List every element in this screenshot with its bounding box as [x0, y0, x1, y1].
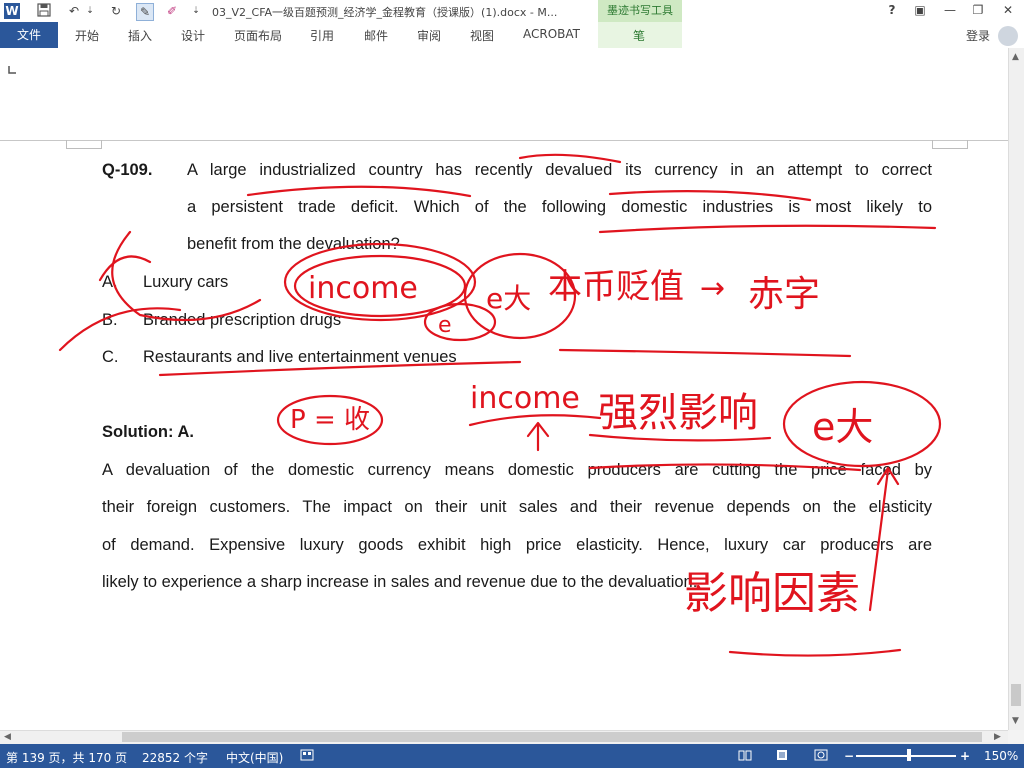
- web-layout-icon[interactable]: [814, 749, 828, 764]
- scroll-down-icon[interactable]: ▼: [1012, 716, 1019, 726]
- tab-home[interactable]: 开始: [75, 27, 99, 44]
- ribbon-display-options-icon[interactable]: ▣: [912, 3, 928, 17]
- solution-line: their foreign customers. The impact on t…: [102, 498, 932, 516]
- question-line: benefit from the devaluation?: [187, 235, 400, 253]
- question-number: Q-109.: [102, 161, 153, 179]
- tab-page-layout[interactable]: 页面布局: [234, 27, 282, 44]
- tab-acrobat[interactable]: ACROBAT: [523, 27, 580, 41]
- margin-marker-left: [66, 140, 102, 149]
- maximize-icon[interactable]: ❐: [970, 3, 986, 17]
- solution-line: likely to experience a sharp increase in…: [102, 573, 698, 591]
- print-layout-icon[interactable]: [776, 749, 788, 764]
- pen-icon[interactable]: ✎: [136, 3, 154, 21]
- tab-insert[interactable]: 插入: [128, 27, 152, 44]
- page-boundary: [0, 140, 1008, 141]
- question-line: A large industrialized country has recen…: [187, 161, 932, 179]
- horizontal-scroll-thumb[interactable]: [122, 732, 982, 742]
- option-text-c: Restaurants and live entertainment venue…: [143, 348, 457, 366]
- help-icon[interactable]: ?: [884, 3, 900, 17]
- sign-in-link[interactable]: 登录: [966, 27, 990, 44]
- zoom-in-icon[interactable]: +: [960, 749, 970, 763]
- option-letter-c: C.: [102, 348, 119, 366]
- solution-line: A devaluation of the domestic currency m…: [102, 461, 932, 479]
- option-text-b: Branded prescription drugs: [143, 311, 342, 329]
- macro-record-icon[interactable]: [300, 749, 314, 764]
- tab-design[interactable]: 设计: [181, 27, 205, 44]
- zoom-slider[interactable]: [856, 755, 956, 757]
- tab-selector-icon[interactable]: [6, 64, 18, 76]
- redo-icon[interactable]: ↻: [108, 3, 124, 19]
- read-mode-icon[interactable]: [738, 749, 752, 764]
- title-bar: W ↶ ⇣ ↻ ✎ ✐ ⇣ 03_V2_CFA一级百题预测_经济学_金程教育（授…: [0, 0, 1024, 22]
- scroll-up-icon[interactable]: ▲: [1012, 52, 1019, 62]
- ink-tools-header: 墨迹书写工具: [598, 0, 682, 22]
- close-icon[interactable]: ✕: [1000, 3, 1016, 17]
- language-indicator[interactable]: 中文(中国): [226, 749, 283, 766]
- vertical-scroll-thumb[interactable]: [1011, 684, 1021, 706]
- tab-mailings[interactable]: 邮件: [364, 27, 388, 44]
- avatar[interactable]: [998, 26, 1018, 46]
- tab-file[interactable]: 文件: [0, 22, 58, 48]
- solution-label: Solution: A.: [102, 423, 194, 441]
- save-icon[interactable]: [36, 3, 52, 19]
- highlighter-icon[interactable]: ✐: [164, 3, 180, 19]
- zoom-slider-thumb[interactable]: [907, 749, 911, 761]
- undo-dropdown-icon[interactable]: ⇣: [82, 3, 98, 19]
- document-title: 03_V2_CFA一级百题预测_经济学_金程教育（授课版）(1).docx - …: [212, 6, 558, 19]
- customize-quick-access-icon[interactable]: ⇣: [188, 3, 204, 19]
- zoom-out-icon[interactable]: −: [844, 749, 854, 763]
- option-letter-a: A.: [102, 273, 118, 291]
- minimize-icon[interactable]: —: [942, 3, 958, 17]
- margin-marker-right: [932, 140, 968, 149]
- vertical-scrollbar[interactable]: [1008, 48, 1024, 730]
- ribbon-tabs: [0, 22, 1024, 49]
- solution-line: of demand. Expensive luxury goods exhibi…: [102, 536, 932, 554]
- tab-pen[interactable]: 笔: [633, 27, 645, 44]
- option-letter-b: B.: [102, 311, 118, 329]
- tab-references[interactable]: 引用: [310, 27, 334, 44]
- zoom-level[interactable]: 150%: [984, 749, 1018, 763]
- undo-icon[interactable]: ↶: [66, 3, 82, 19]
- option-text-a: Luxury cars: [143, 273, 229, 291]
- tab-view[interactable]: 视图: [470, 27, 494, 44]
- word-count[interactable]: 22852 个字: [142, 749, 208, 766]
- question-line: a persistent trade deficit. Which of the…: [187, 198, 932, 216]
- word-app-icon[interactable]: W: [4, 3, 20, 19]
- document-area[interactable]: [0, 48, 1008, 730]
- scroll-right-icon[interactable]: ▶: [994, 732, 1001, 742]
- page-count[interactable]: 第 139 页，共 170 页: [6, 749, 127, 766]
- scroll-left-icon[interactable]: ◀: [4, 732, 11, 742]
- tab-review[interactable]: 审阅: [417, 27, 441, 44]
